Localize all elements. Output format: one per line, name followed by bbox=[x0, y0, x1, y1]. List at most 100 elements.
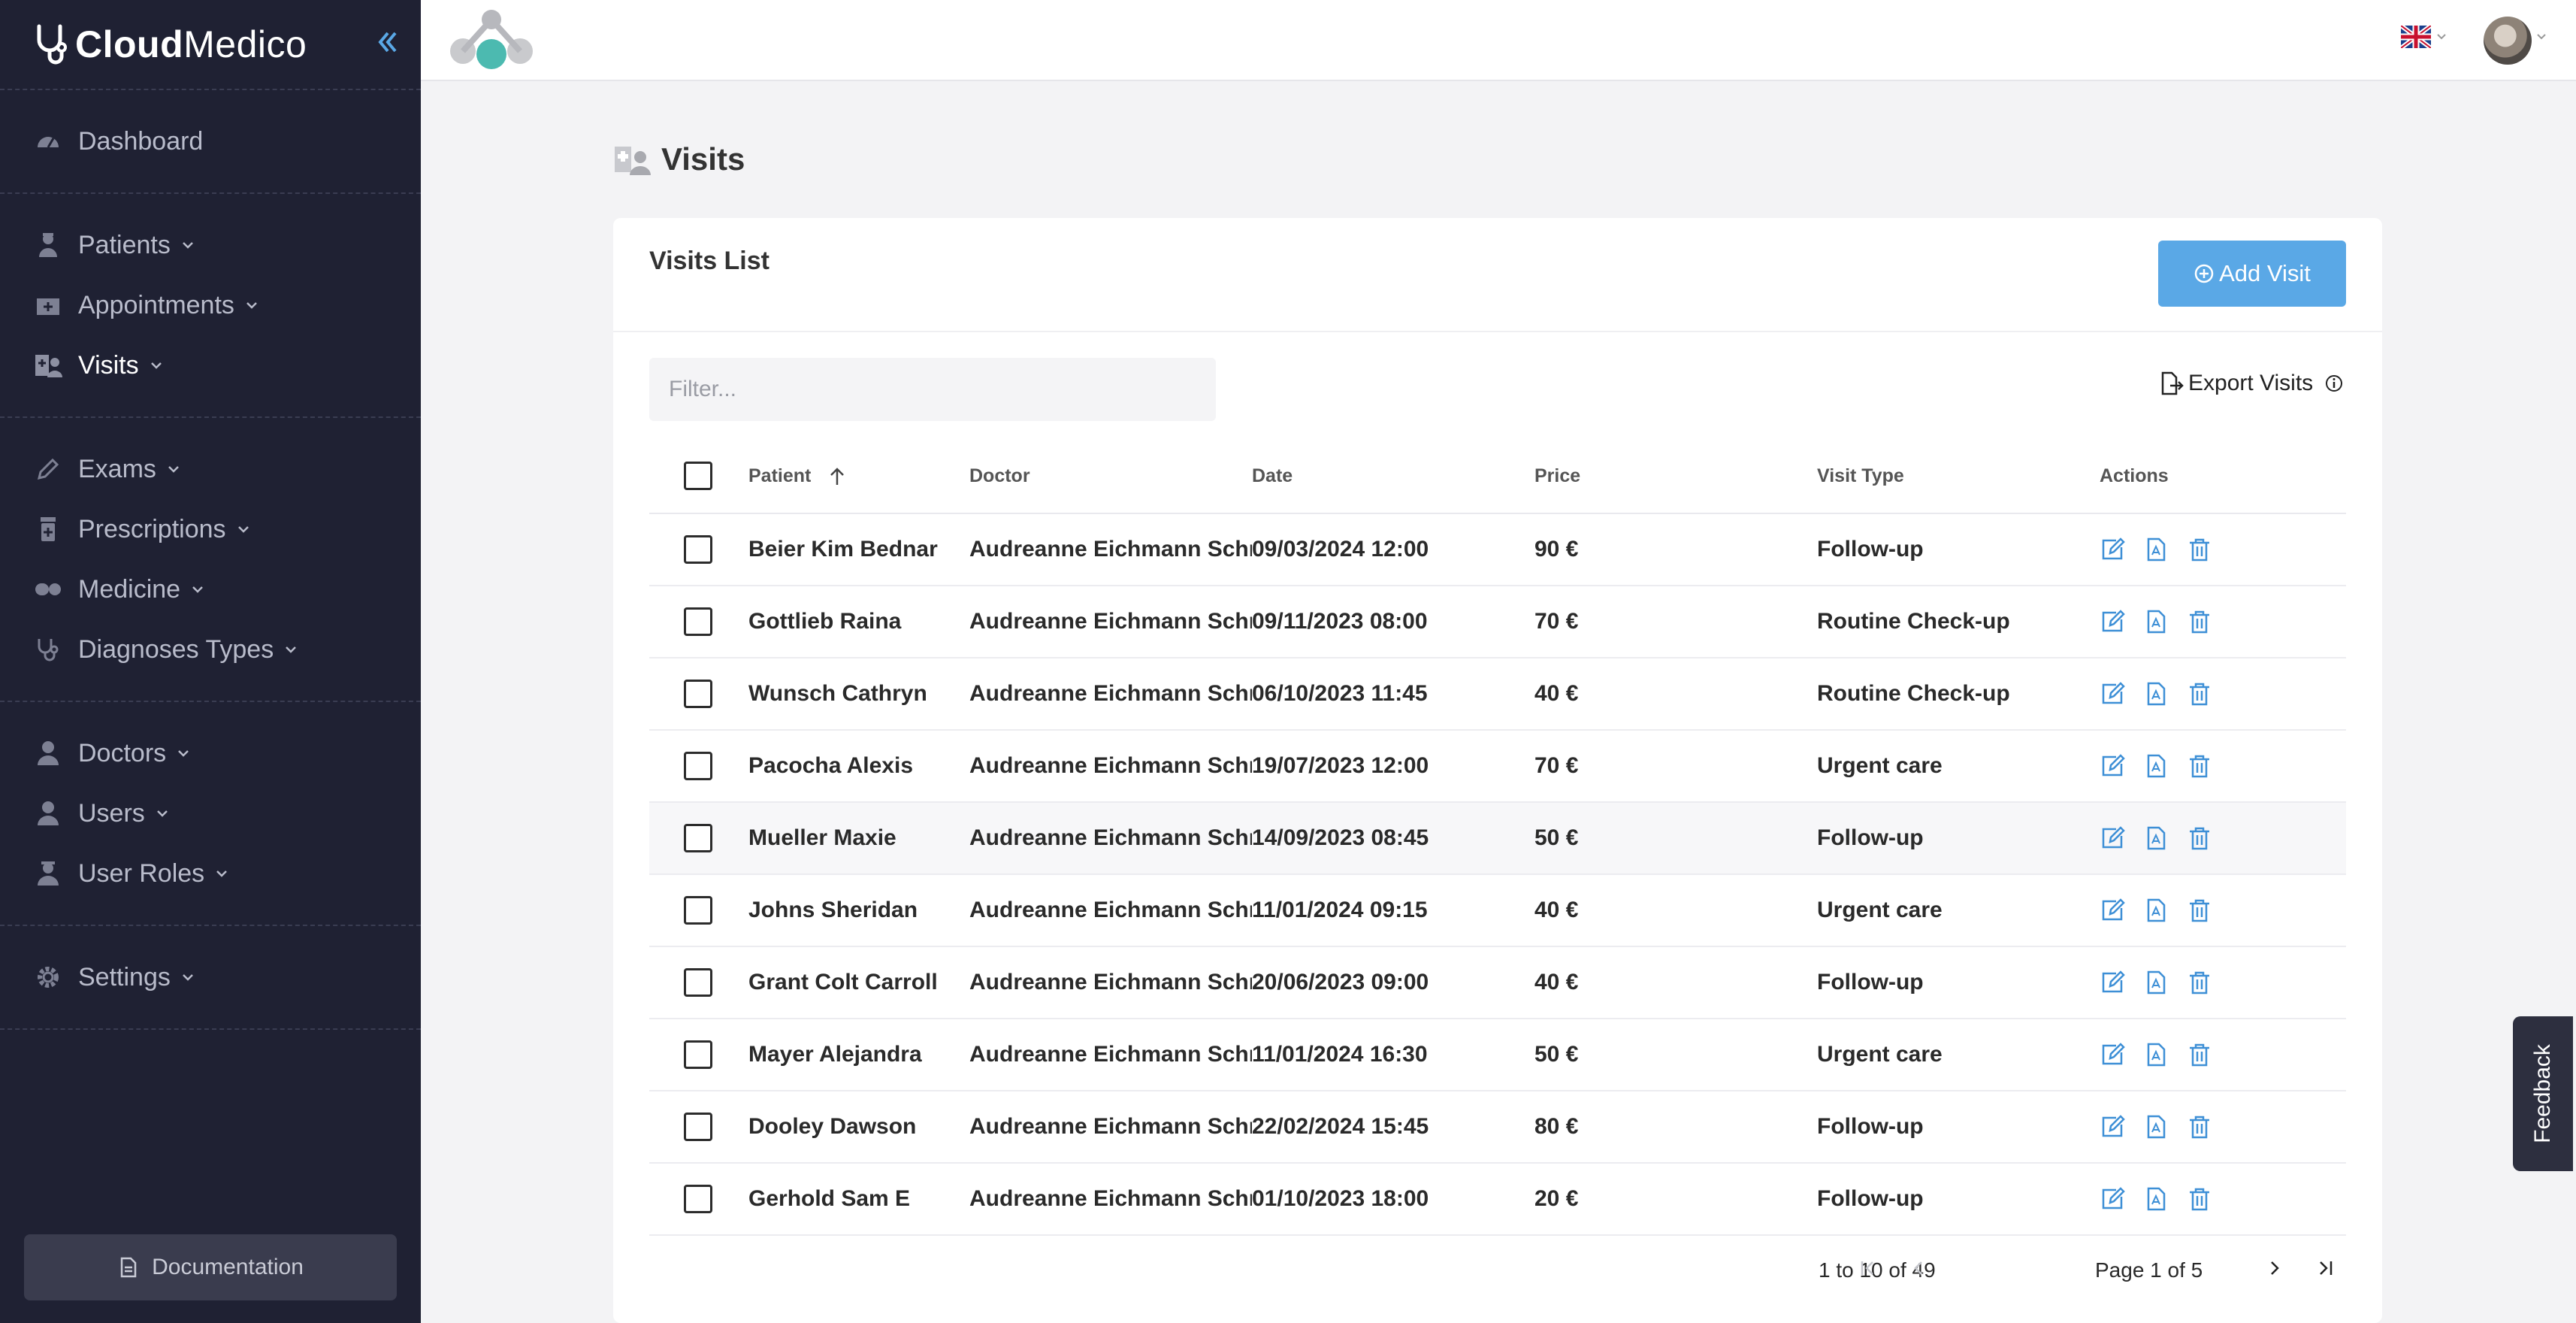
pdf-icon[interactable] bbox=[2143, 537, 2169, 562]
trash-icon[interactable] bbox=[2187, 609, 2212, 634]
date-cell: 20/06/2023 09:00 bbox=[1252, 970, 1429, 995]
table-row[interactable]: Mueller Maxie Audreanne Eichmann Schmidt1… bbox=[649, 803, 2346, 875]
chevron-down-icon bbox=[246, 302, 257, 309]
trash-icon[interactable] bbox=[2187, 970, 2212, 995]
edit-icon[interactable] bbox=[2100, 537, 2125, 562]
row-checkbox[interactable] bbox=[684, 607, 712, 636]
edit-icon[interactable] bbox=[2100, 898, 2125, 923]
trash-icon[interactable] bbox=[2187, 681, 2212, 707]
sidebar-item-label: User Roles bbox=[78, 858, 205, 888]
pdf-icon[interactable] bbox=[2143, 825, 2169, 851]
doctor-cell: Audreanne Eichmann Schmidt bbox=[969, 1186, 1252, 1211]
edit-icon[interactable] bbox=[2100, 753, 2125, 779]
pdf-icon[interactable] bbox=[2143, 1114, 2169, 1140]
pdf-icon[interactable] bbox=[2143, 898, 2169, 923]
column-header-visit-type[interactable]: Visit Type bbox=[1817, 465, 2100, 487]
trash-icon[interactable] bbox=[2187, 753, 2212, 779]
row-checkbox[interactable] bbox=[684, 1185, 712, 1213]
edit-icon[interactable] bbox=[2100, 681, 2125, 707]
row-checkbox[interactable] bbox=[684, 1040, 712, 1069]
edit-icon[interactable] bbox=[2100, 825, 2125, 851]
pdf-icon[interactable] bbox=[2143, 609, 2169, 634]
collapse-sidebar-icon[interactable] bbox=[376, 27, 406, 60]
sidebar-item-exams[interactable]: Exams bbox=[0, 439, 421, 499]
feedback-tab[interactable]: Feedback bbox=[2513, 1016, 2573, 1171]
trash-icon[interactable] bbox=[2187, 1042, 2212, 1067]
export-visits-button[interactable]: Export Visits bbox=[2160, 361, 2343, 406]
visit-type-cell: Follow-up bbox=[1817, 1186, 1924, 1211]
chevron-down-icon[interactable] bbox=[2536, 33, 2547, 41]
trash-icon[interactable] bbox=[2187, 537, 2212, 562]
row-checkbox[interactable] bbox=[684, 752, 712, 780]
sidebar-item-prescriptions[interactable]: Prescriptions bbox=[0, 499, 421, 559]
doctor-cell: Audreanne Eichmann Schmidt bbox=[969, 681, 1252, 706]
sidebar-item-dashboard[interactable]: Dashboard bbox=[0, 111, 421, 171]
edit-icon[interactable] bbox=[2100, 1114, 2125, 1140]
table-row[interactable]: Dooley Dawson Audreanne Eichmann Schmidt2… bbox=[649, 1091, 2346, 1164]
brand[interactable]: CloudMedico bbox=[0, 0, 421, 90]
pdf-icon[interactable] bbox=[2143, 681, 2169, 707]
sidebar-item-visits[interactable]: Visits bbox=[0, 335, 421, 395]
app-logo[interactable] bbox=[446, 8, 537, 72]
column-header-doctor[interactable]: Doctor bbox=[969, 465, 1252, 487]
last-page-icon[interactable] bbox=[2314, 1257, 2337, 1279]
trash-icon[interactable] bbox=[2187, 898, 2212, 923]
column-header-patient[interactable]: Patient bbox=[748, 465, 969, 487]
sidebar-item-doctors[interactable]: Doctors bbox=[0, 723, 421, 783]
patient-cell: Gerhold Sam E bbox=[748, 1186, 911, 1211]
edit-icon[interactable] bbox=[2100, 970, 2125, 995]
column-header-price[interactable]: Price bbox=[1534, 465, 1817, 487]
table-row[interactable]: Pacocha Alexis Audreanne Eichmann Schmidt… bbox=[649, 731, 2346, 803]
sidebar-item-users[interactable]: Users bbox=[0, 783, 421, 843]
row-checkbox[interactable] bbox=[684, 680, 712, 708]
pdf-icon[interactable] bbox=[2143, 970, 2169, 995]
edit-icon[interactable] bbox=[2100, 1186, 2125, 1212]
row-checkbox[interactable] bbox=[684, 1113, 712, 1141]
avatar[interactable] bbox=[2484, 17, 2532, 65]
table-row[interactable]: Gerhold Sam E Audreanne Eichmann Schmidt0… bbox=[649, 1164, 2346, 1236]
previous-page-icon[interactable] bbox=[1907, 1257, 1930, 1279]
sidebar-item-label: Appointments bbox=[78, 290, 234, 319]
row-checkbox[interactable] bbox=[684, 824, 712, 852]
table-row[interactable]: Mayer Alejandra Audreanne Eichmann Schmid… bbox=[649, 1019, 2346, 1091]
sidebar-item-label: Diagnoses Types bbox=[78, 634, 274, 664]
uk-flag-icon[interactable] bbox=[2401, 26, 2431, 48]
table-row[interactable]: Gottlieb Raina Audreanne Eichmann Schmidt… bbox=[649, 586, 2346, 658]
row-checkbox[interactable] bbox=[684, 968, 712, 997]
documentation-button[interactable]: Documentation bbox=[24, 1234, 397, 1300]
chevron-down-icon[interactable] bbox=[2436, 33, 2447, 41]
sidebar-item-patients[interactable]: Patients bbox=[0, 215, 421, 275]
sidebar-item-settings[interactable]: Settings bbox=[0, 947, 421, 1007]
sidebar-item-medicine[interactable]: Medicine bbox=[0, 559, 421, 619]
trash-icon[interactable] bbox=[2187, 825, 2212, 851]
pdf-icon[interactable] bbox=[2143, 1186, 2169, 1212]
sidebar-item-diagnoses-types[interactable]: Diagnoses Types bbox=[0, 619, 421, 680]
column-header-date[interactable]: Date bbox=[1252, 465, 1534, 487]
info-icon[interactable] bbox=[2325, 374, 2343, 392]
edit-icon[interactable] bbox=[2100, 609, 2125, 634]
trash-icon[interactable] bbox=[2187, 1114, 2212, 1140]
nav-group: Doctors Users User Roles bbox=[0, 702, 421, 926]
actions-cell bbox=[2100, 1042, 2346, 1067]
table-row[interactable]: Wunsch Cathryn Audreanne Eichmann Schmidt… bbox=[649, 658, 2346, 731]
date-cell: 14/09/2023 08:45 bbox=[1252, 825, 1429, 850]
first-page-icon[interactable] bbox=[1856, 1257, 1879, 1279]
table-row[interactable]: Grant Colt Carroll Audreanne Eichmann Sch… bbox=[649, 947, 2346, 1019]
add-visit-button[interactable]: Add Visit bbox=[2158, 241, 2346, 307]
filter-input[interactable] bbox=[649, 358, 1216, 421]
doctor-cell: Audreanne Eichmann Schmidt bbox=[969, 609, 1252, 634]
table-row[interactable]: Beier Kim Bednar Audreanne Eichmann Schmi… bbox=[649, 514, 2346, 586]
next-page-icon[interactable] bbox=[2263, 1257, 2286, 1279]
table-row[interactable]: Johns Sheridan Audreanne Eichmann Schmidt… bbox=[649, 875, 2346, 947]
row-checkbox[interactable] bbox=[684, 896, 712, 925]
select-all-checkbox[interactable] bbox=[684, 462, 712, 490]
pdf-icon[interactable] bbox=[2143, 753, 2169, 779]
date-cell: 06/10/2023 11:45 bbox=[1252, 681, 1428, 706]
sidebar-item-user-roles[interactable]: User Roles bbox=[0, 843, 421, 904]
sort-ascending-icon[interactable] bbox=[827, 467, 847, 486]
trash-icon[interactable] bbox=[2187, 1186, 2212, 1212]
edit-icon[interactable] bbox=[2100, 1042, 2125, 1067]
pdf-icon[interactable] bbox=[2143, 1042, 2169, 1067]
sidebar-item-appointments[interactable]: Appointments bbox=[0, 275, 421, 335]
row-checkbox[interactable] bbox=[684, 535, 712, 564]
